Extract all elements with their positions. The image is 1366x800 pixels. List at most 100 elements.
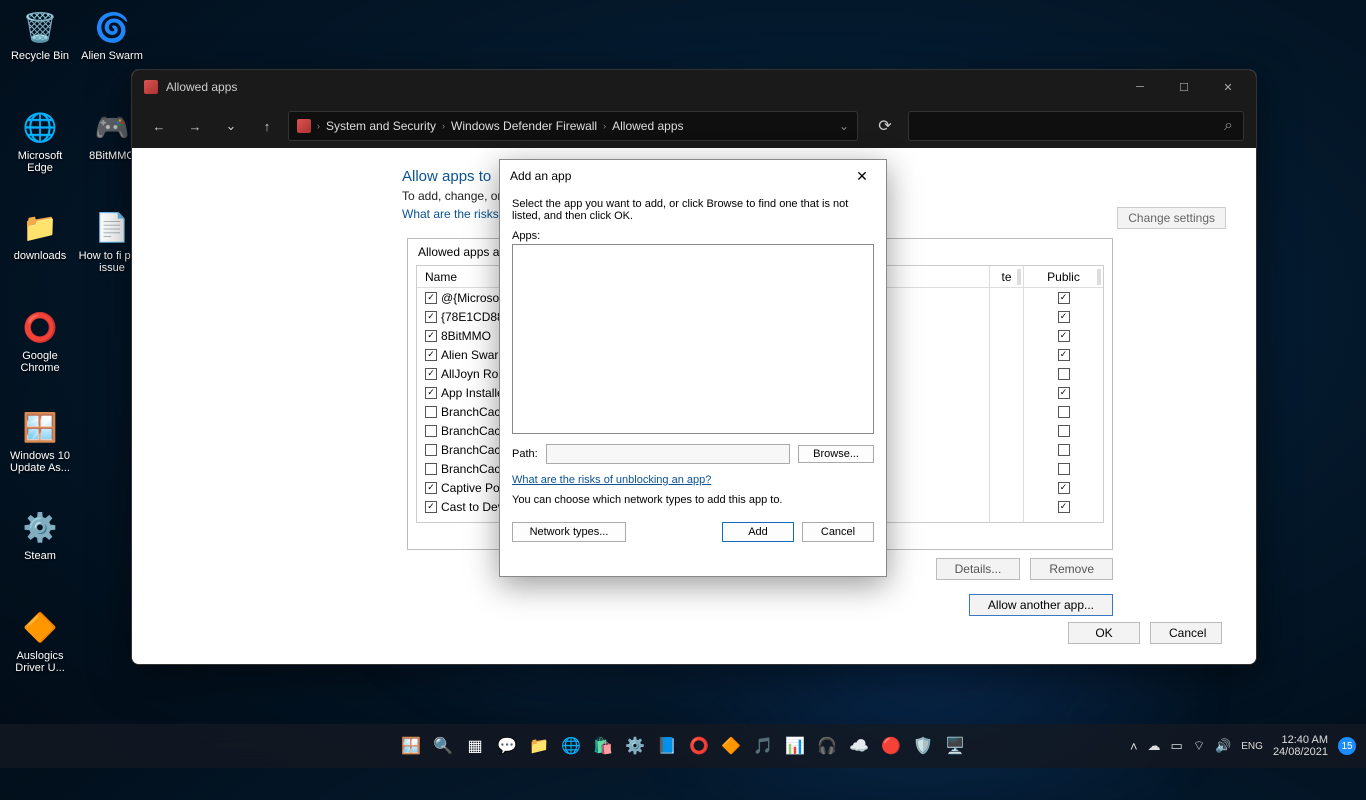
public-checkbox[interactable] bbox=[1058, 463, 1070, 475]
table-row[interactable] bbox=[1024, 383, 1103, 402]
taskbar-app-icon[interactable]: 🎵 bbox=[750, 733, 776, 759]
taskbar-app-icon[interactable]: 🔶 bbox=[718, 733, 744, 759]
refresh-button[interactable]: ⟳ bbox=[868, 111, 902, 141]
taskbar-app-icon[interactable]: 📁 bbox=[526, 733, 552, 759]
row-checkbox[interactable] bbox=[425, 501, 437, 513]
close-button[interactable]: ✕ bbox=[1206, 72, 1250, 102]
breadcrumb-item[interactable]: Allowed apps bbox=[612, 119, 683, 133]
system-tray[interactable]: ˄ ☁ ▭ ⌔ 🔊 ENG 12:40 AM 24/08/2021 15 bbox=[1130, 734, 1356, 758]
row-checkbox[interactable] bbox=[425, 444, 437, 456]
row-checkbox[interactable] bbox=[425, 368, 437, 380]
public-checkbox[interactable] bbox=[1058, 482, 1070, 494]
desktop-icon[interactable]: ⭕Google Chrome bbox=[4, 306, 76, 374]
row-checkbox[interactable] bbox=[425, 406, 437, 418]
change-settings-button[interactable]: Change settings bbox=[1117, 207, 1226, 229]
taskbar-app-icon[interactable]: 🎧 bbox=[814, 733, 840, 759]
row-checkbox[interactable] bbox=[425, 482, 437, 494]
table-row[interactable] bbox=[1024, 459, 1103, 478]
up-button[interactable]: ↑ bbox=[252, 111, 282, 141]
public-checkbox[interactable] bbox=[1058, 292, 1070, 304]
table-row[interactable] bbox=[1024, 478, 1103, 497]
ok-button[interactable]: OK bbox=[1068, 622, 1140, 644]
details-button[interactable]: Details... bbox=[936, 558, 1021, 580]
browse-button[interactable]: Browse... bbox=[798, 445, 874, 463]
row-checkbox[interactable] bbox=[425, 292, 437, 304]
table-row[interactable] bbox=[1024, 497, 1103, 516]
table-row[interactable] bbox=[1024, 307, 1103, 326]
row-checkbox[interactable] bbox=[425, 311, 437, 323]
public-checkbox[interactable] bbox=[1058, 387, 1070, 399]
wifi-icon[interactable]: ⌔ bbox=[1193, 738, 1205, 754]
public-checkbox[interactable] bbox=[1058, 330, 1070, 342]
public-checkbox[interactable] bbox=[1058, 349, 1070, 361]
titlebar[interactable]: Allowed apps ─ ☐ ✕ bbox=[132, 70, 1256, 104]
recent-dropdown[interactable]: ⌄ bbox=[216, 111, 246, 141]
chevron-down-icon[interactable]: ⌄ bbox=[839, 119, 849, 133]
apps-listbox[interactable] bbox=[512, 244, 874, 434]
dialog-cancel-button[interactable]: Cancel bbox=[802, 522, 874, 542]
breadcrumb-item[interactable]: Windows Defender Firewall bbox=[451, 119, 597, 133]
minimize-button[interactable]: ─ bbox=[1118, 72, 1162, 102]
cancel-button[interactable]: Cancel bbox=[1150, 622, 1222, 644]
risks-link[interactable]: What are the risks bbox=[402, 207, 499, 221]
tray-overflow-icon[interactable]: ˄ bbox=[1130, 739, 1138, 754]
volume-icon[interactable]: 🔊 bbox=[1215, 738, 1231, 754]
table-row[interactable] bbox=[1024, 421, 1103, 440]
taskbar-app-icon[interactable]: 🔍 bbox=[430, 733, 456, 759]
desktop-icon[interactable]: 📁downloads bbox=[4, 206, 76, 262]
add-button[interactable]: Add bbox=[722, 522, 794, 542]
allow-another-app-button[interactable]: Allow another app... bbox=[969, 594, 1113, 616]
row-checkbox[interactable] bbox=[425, 349, 437, 361]
taskbar-app-icon[interactable]: 🪟 bbox=[398, 733, 424, 759]
dialog-close-button[interactable]: ✕ bbox=[848, 164, 876, 188]
desktop-icon[interactable]: 🗑️Recycle Bin bbox=[4, 6, 76, 62]
clock[interactable]: 12:40 AM 24/08/2021 bbox=[1273, 734, 1328, 758]
column-header-private[interactable]: te bbox=[990, 266, 1023, 288]
table-row[interactable] bbox=[1024, 364, 1103, 383]
desktop-icon[interactable]: ⚙️Steam bbox=[4, 506, 76, 562]
forward-button[interactable]: → bbox=[180, 111, 210, 141]
table-row[interactable] bbox=[1024, 345, 1103, 364]
onedrive-icon[interactable]: ☁ bbox=[1148, 738, 1161, 754]
taskbar[interactable]: 🪟🔍▦💬📁🌐🛍️⚙️📘⭕🔶🎵📊🎧☁️🔴🛡️🖥️ ˄ ☁ ▭ ⌔ 🔊 ENG 12… bbox=[0, 724, 1366, 768]
taskbar-app-icon[interactable]: 🖥️ bbox=[942, 733, 968, 759]
taskbar-app-icon[interactable]: ⚙️ bbox=[622, 733, 648, 759]
taskbar-app-icon[interactable]: 🔴 bbox=[878, 733, 904, 759]
row-checkbox[interactable] bbox=[425, 330, 437, 342]
taskbar-app-icon[interactable]: 🌐 bbox=[558, 733, 584, 759]
taskbar-app-icon[interactable]: 🛍️ bbox=[590, 733, 616, 759]
public-checkbox[interactable] bbox=[1058, 444, 1070, 456]
dialog-titlebar[interactable]: Add an app ✕ bbox=[500, 160, 886, 192]
notification-badge[interactable]: 15 bbox=[1338, 737, 1356, 755]
path-input[interactable] bbox=[546, 444, 790, 464]
desktop-icon[interactable]: 🪟Windows 10 Update As... bbox=[4, 406, 76, 474]
taskbar-app-icon[interactable]: 📘 bbox=[654, 733, 680, 759]
breadcrumb-item[interactable]: System and Security bbox=[326, 119, 436, 133]
table-row[interactable] bbox=[1024, 440, 1103, 459]
row-checkbox[interactable] bbox=[425, 425, 437, 437]
taskbar-app-icon[interactable]: 📊 bbox=[782, 733, 808, 759]
public-checkbox[interactable] bbox=[1058, 501, 1070, 513]
desktop-icon[interactable]: 🔶Auslogics Driver U... bbox=[4, 606, 76, 674]
public-checkbox[interactable] bbox=[1058, 311, 1070, 323]
public-checkbox[interactable] bbox=[1058, 368, 1070, 380]
public-checkbox[interactable] bbox=[1058, 406, 1070, 418]
desktop-icon[interactable]: 🌀Alien Swarm bbox=[76, 6, 148, 62]
language-icon[interactable]: ENG bbox=[1241, 741, 1263, 752]
remove-button[interactable]: Remove bbox=[1030, 558, 1113, 580]
taskbar-app-icon[interactable]: ⭕ bbox=[686, 733, 712, 759]
table-row[interactable] bbox=[1024, 288, 1103, 307]
taskbar-app-icon[interactable]: ▦ bbox=[462, 733, 488, 759]
row-checkbox[interactable] bbox=[425, 387, 437, 399]
breadcrumb[interactable]: › System and Security › Windows Defender… bbox=[288, 111, 858, 141]
row-checkbox[interactable] bbox=[425, 463, 437, 475]
desktop-icon[interactable]: 🌐Microsoft Edge bbox=[4, 106, 76, 174]
taskbar-app-icon[interactable]: ☁️ bbox=[846, 733, 872, 759]
column-header-public[interactable]: Public bbox=[1024, 266, 1103, 288]
taskbar-app-icon[interactable]: 🛡️ bbox=[910, 733, 936, 759]
taskbar-app-icon[interactable]: 💬 bbox=[494, 733, 520, 759]
unblocking-risks-link[interactable]: What are the risks of unblocking an app? bbox=[512, 474, 711, 486]
table-row[interactable] bbox=[1024, 402, 1103, 421]
public-checkbox[interactable] bbox=[1058, 425, 1070, 437]
battery-icon[interactable]: ▭ bbox=[1171, 738, 1183, 754]
